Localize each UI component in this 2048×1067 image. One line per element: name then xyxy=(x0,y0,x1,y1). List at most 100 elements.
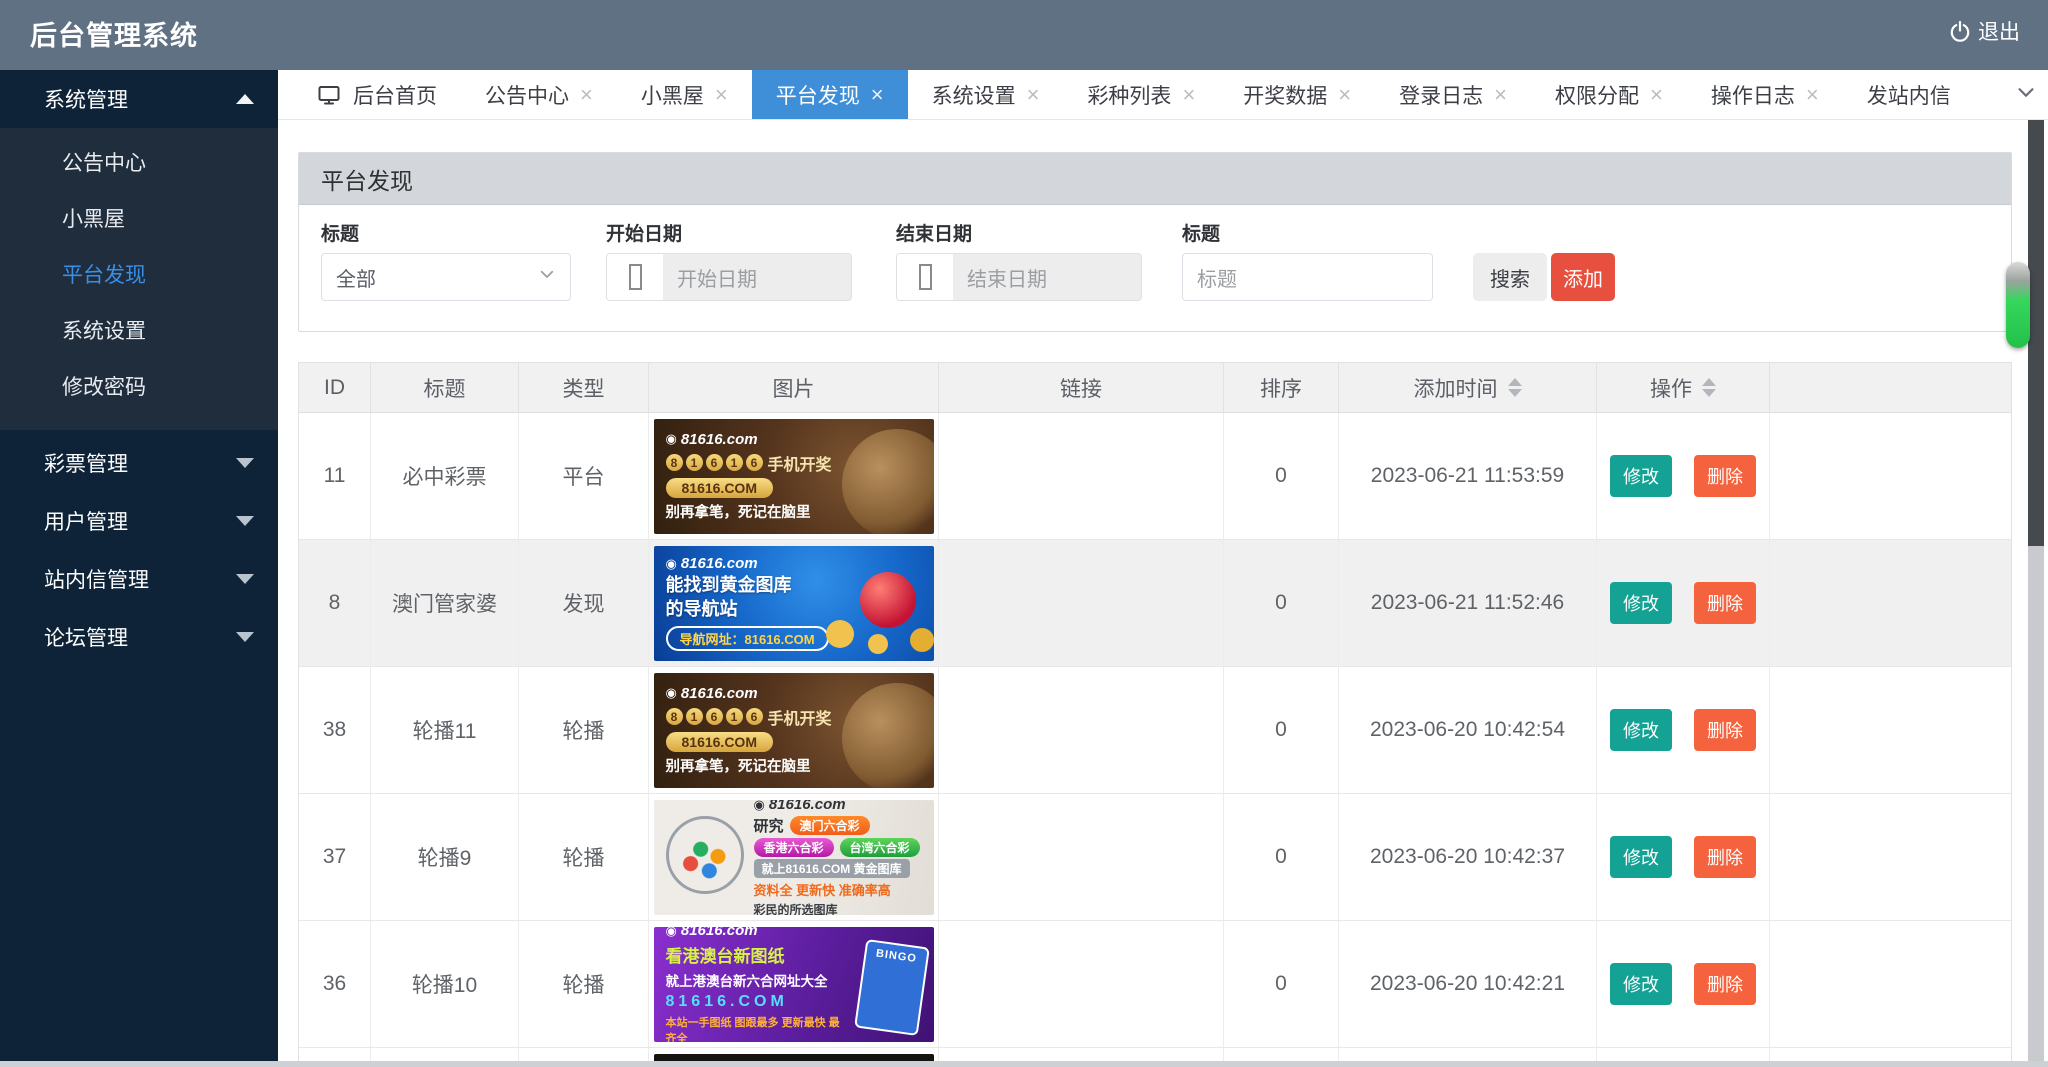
cell-type: 轮播 xyxy=(519,667,649,793)
tab-close-icon[interactable]: × xyxy=(1182,84,1195,106)
table-row: 37轮播9轮播◉81616.com研究澳门六合彩香港六合彩台湾六合彩就上8161… xyxy=(299,794,2011,921)
cell-sort: 0 xyxy=(1224,794,1339,920)
sidebar-group[interactable]: 用户管理 xyxy=(0,492,278,550)
logout-button[interactable]: 退出 xyxy=(1948,16,2020,46)
edit-button[interactable]: 修改 xyxy=(1610,455,1672,497)
cell-link xyxy=(939,413,1224,539)
calendar-icon xyxy=(607,254,663,300)
cell-image: ◉81616.com能找到黄金图库的导航站导航网址：81616.COM xyxy=(649,540,939,666)
tab-close-icon[interactable]: × xyxy=(580,84,593,106)
sidebar-group[interactable]: 论坛管理 xyxy=(0,608,278,666)
cell-type: 平台 xyxy=(519,413,649,539)
sidebar-item[interactable]: 小黑屋 xyxy=(0,192,278,248)
tab-close-icon[interactable]: × xyxy=(1494,84,1507,106)
sidebar-menu: 系统管理公告中心小黑屋平台发现系统设置修改密码彩票管理用户管理站内信管理论坛管理 xyxy=(0,70,278,1061)
tab-label: 彩种列表 xyxy=(1087,80,1171,110)
tab-close-icon[interactable]: × xyxy=(715,84,728,106)
cell-type: 轮播 xyxy=(519,921,649,1047)
edit-button[interactable]: 修改 xyxy=(1610,963,1672,1005)
sidebar-item[interactable]: 公告中心 xyxy=(0,136,278,192)
cell-type: 发现 xyxy=(519,540,649,666)
expand-arrow-icon xyxy=(236,458,254,468)
sidebar-group-label: 彩票管理 xyxy=(44,448,128,478)
search-button[interactable]: 搜索 xyxy=(1473,253,1547,301)
column-header-title: 标题 xyxy=(371,363,519,412)
banner-image-purple: ◉81616.com看港澳台新图纸就上港澳台新六合网址大全81616.COM本站… xyxy=(654,927,934,1042)
edit-button[interactable]: 修改 xyxy=(1610,582,1672,624)
banner-image-dark xyxy=(654,1054,934,1062)
tab-close-icon[interactable]: × xyxy=(1650,84,1663,106)
tab-label: 操作日志 xyxy=(1711,80,1795,110)
tab-登录日志[interactable]: 登录日志× xyxy=(1375,70,1531,119)
sort-icon[interactable] xyxy=(1702,378,1716,397)
delete-button[interactable]: 删除 xyxy=(1694,709,1756,751)
tab-close-icon[interactable]: × xyxy=(1027,84,1040,106)
tab-label: 小黑屋 xyxy=(641,80,704,110)
delete-button[interactable]: 删除 xyxy=(1694,582,1756,624)
top-header: 后台管理系统 退出 xyxy=(0,0,2048,70)
delete-button[interactable]: 删除 xyxy=(1694,963,1756,1005)
column-header-extra xyxy=(1770,363,2009,412)
tab-公告中心[interactable]: 公告中心× xyxy=(461,70,617,119)
scrollbar-track[interactable] xyxy=(2028,546,2044,1061)
delete-button[interactable]: 删除 xyxy=(1694,836,1756,878)
sidebar-group[interactable]: 系统管理 xyxy=(0,70,278,128)
tab-开奖数据[interactable]: 开奖数据× xyxy=(1219,70,1375,119)
tab-close-icon[interactable]: × xyxy=(871,84,884,106)
sidebar-group[interactable]: 站内信管理 xyxy=(0,550,278,608)
tab-后台首页[interactable]: 后台首页 xyxy=(292,70,461,119)
title-select[interactable]: 全部 xyxy=(321,253,571,301)
title-text-input[interactable]: 标题 xyxy=(1182,253,1433,301)
end-date-input[interactable]: 结束日期 xyxy=(896,253,1142,301)
cell-link xyxy=(939,667,1224,793)
admin-app: 后台管理系统 退出 系统管理公告中心小黑屋平台发现系统设置修改密码彩票管理用户管… xyxy=(0,0,2048,1067)
cell-sort: 0 xyxy=(1224,413,1339,539)
tab-平台发现[interactable]: 平台发现× xyxy=(752,70,908,119)
column-header-time[interactable]: 添加时间 xyxy=(1339,363,1597,412)
tab-发站内信[interactable]: 发站内信 xyxy=(1843,70,1975,119)
edit-button[interactable]: 修改 xyxy=(1610,836,1672,878)
add-button[interactable]: 添加 xyxy=(1551,253,1615,301)
delete-button[interactable]: 删除 xyxy=(1694,455,1756,497)
edit-button[interactable]: 修改 xyxy=(1610,709,1672,751)
tab-权限分配[interactable]: 权限分配× xyxy=(1531,70,1687,119)
tab-系统设置[interactable]: 系统设置× xyxy=(908,70,1064,119)
expand-arrow-icon xyxy=(236,516,254,526)
scrollbar-thumb[interactable] xyxy=(2006,262,2030,348)
table-header-row: ID标题类型图片链接排序添加时间操作 xyxy=(299,363,2011,413)
table-row: 38轮播11轮播◉81616.com81616手机开奖81616.COM别再拿笔… xyxy=(299,667,2011,794)
cell-sort xyxy=(1224,1048,1339,1061)
app-title: 后台管理系统 xyxy=(30,14,198,53)
cell-time: 2023-06-20 10:42:54 xyxy=(1339,667,1597,793)
cell-link xyxy=(939,1048,1224,1061)
tab-彩种列表[interactable]: 彩种列表 × xyxy=(1063,70,1219,119)
discovery-panel: 平台发现 标题 开始日期 结束日期 标题 全部 开始日期 结束日期 xyxy=(298,152,2012,332)
expand-arrow-icon xyxy=(236,574,254,584)
tab-操作日志[interactable]: 操作日志 × xyxy=(1687,70,1843,119)
sidebar-item[interactable]: 系统设置 xyxy=(0,304,278,360)
sidebar-group-label: 系统管理 xyxy=(44,84,128,114)
tab-label: 发站内信 xyxy=(1867,80,1951,110)
cell-sort: 0 xyxy=(1224,921,1339,1047)
end-date-label: 结束日期 xyxy=(896,219,972,246)
cell-title: 轮播11 xyxy=(371,667,519,793)
cell-title: 必中彩票 xyxy=(371,413,519,539)
start-date-input[interactable]: 开始日期 xyxy=(606,253,852,301)
title-select-label: 标题 xyxy=(321,219,359,246)
scrollbar-track[interactable] xyxy=(2028,120,2044,546)
power-icon xyxy=(1948,19,1972,43)
banner-logo: ◉81616.com xyxy=(666,431,758,448)
tab-close-icon[interactable]: × xyxy=(1806,84,1819,106)
tab-小黑屋[interactable]: 小黑屋 × xyxy=(617,70,752,119)
tab-close-icon[interactable]: × xyxy=(1338,84,1351,106)
sidebar-item[interactable]: 修改密码 xyxy=(0,360,278,416)
cell-actions: 修改删除 xyxy=(1597,794,1770,920)
column-header-actions[interactable]: 操作 xyxy=(1597,363,1770,412)
column-header-link: 链接 xyxy=(939,363,1224,412)
banner-logo: ◉81616.com xyxy=(754,800,846,814)
sidebar-item[interactable]: 平台发现 xyxy=(0,248,278,304)
collapse-arrow-icon xyxy=(236,94,254,104)
sort-icon[interactable] xyxy=(1508,378,1522,397)
sidebar-group[interactable]: 彩票管理 xyxy=(0,434,278,492)
tab-overflow-button[interactable] xyxy=(2004,70,2048,120)
